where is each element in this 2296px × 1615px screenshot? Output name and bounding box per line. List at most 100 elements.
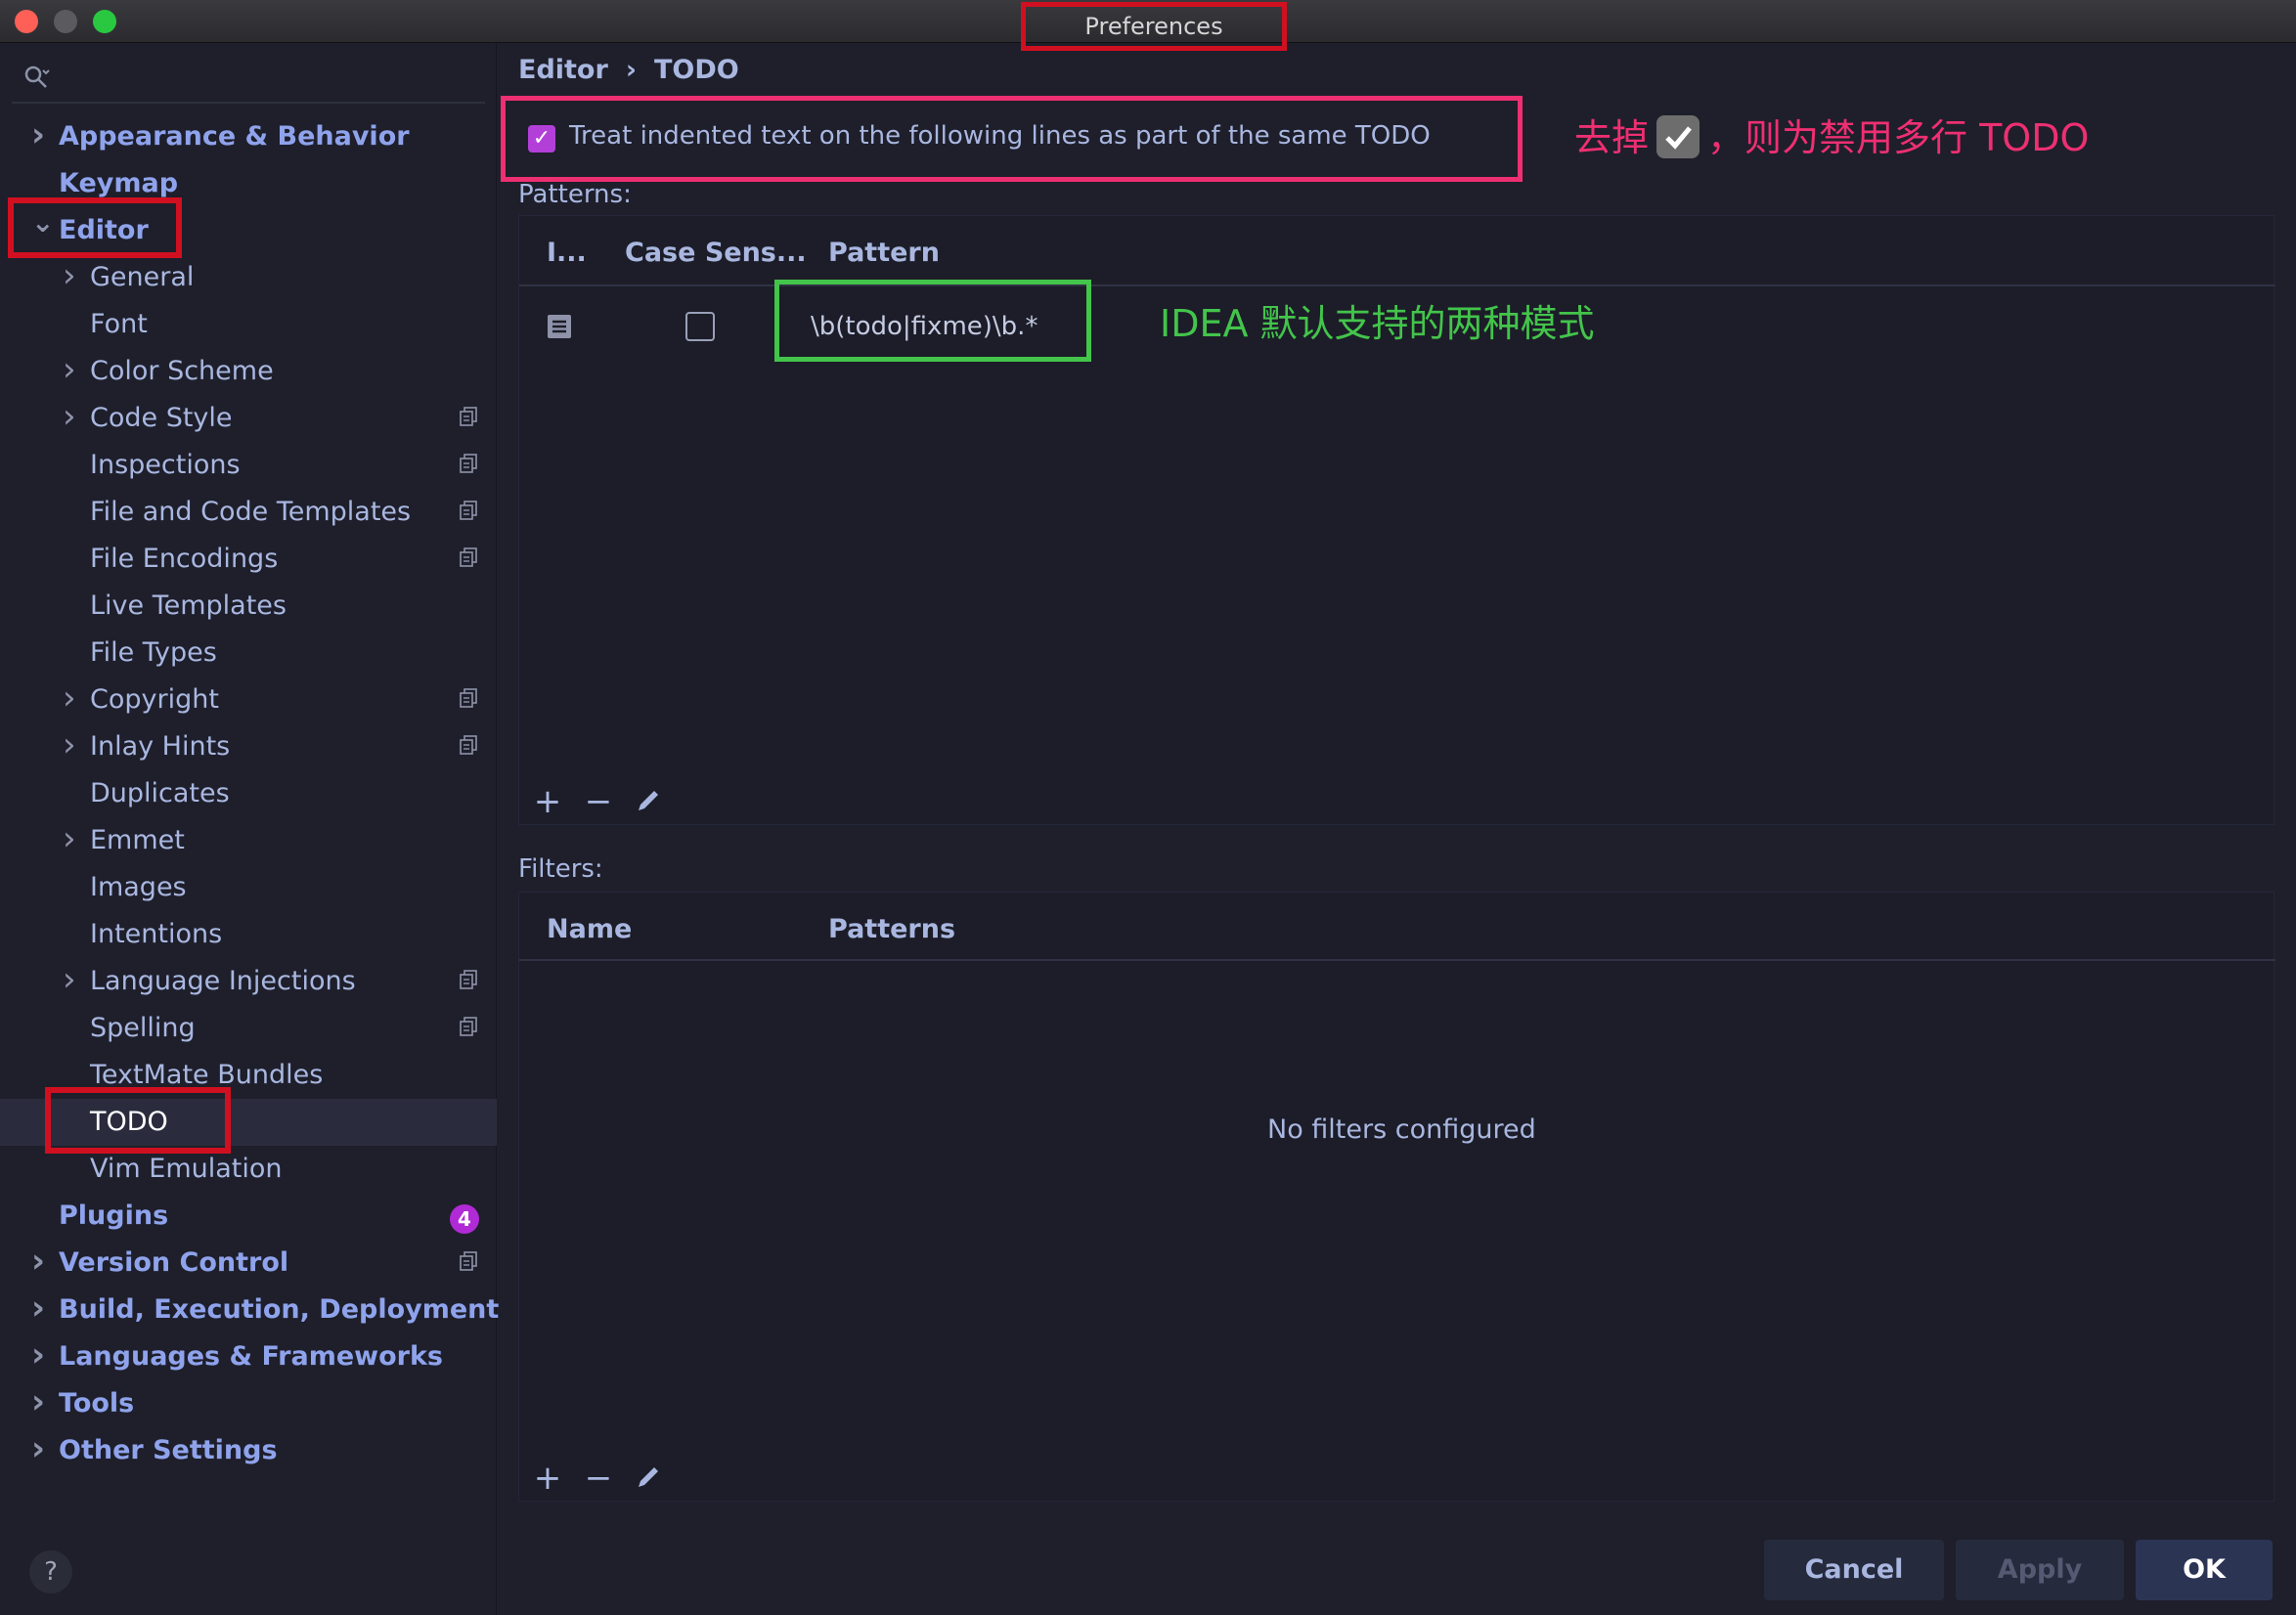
chevron-right-icon[interactable]: › [31, 1425, 51, 1472]
sidebar-item-label: Version Control [59, 1247, 289, 1278]
search-divider [12, 102, 485, 104]
sidebar-item-languages-frameworks[interactable]: › Languages & Frameworks [0, 1333, 497, 1380]
sidebar-item-label: File Encodings [90, 544, 279, 574]
close-window-button[interactable] [15, 10, 38, 33]
todo-highlight-box [45, 1087, 231, 1154]
annotation-text-after: ，则为禁用多行 TODO [1707, 116, 2090, 159]
ok-button[interactable]: OK [2136, 1540, 2273, 1600]
column-header-case-sensitive[interactable]: Case Sens... [625, 238, 807, 268]
sidebar-item-label: Spelling [90, 1013, 196, 1043]
chevron-right-icon[interactable]: › [31, 1331, 51, 1378]
chevron-right-icon[interactable]: › [63, 346, 82, 393]
editor-highlight-box [8, 197, 182, 258]
sidebar-item-build-execution-deployment[interactable]: › Build, Execution, Deployment [0, 1285, 499, 1333]
disable-multiline-annotation: 去掉 ，则为禁用多行 TODO [1574, 108, 2089, 162]
apply-button[interactable]: Apply [1956, 1540, 2124, 1600]
chevron-right-icon[interactable]: › [63, 815, 82, 862]
sidebar-item-label: Inspections [90, 450, 241, 480]
sidebar-item-label: General [90, 262, 195, 292]
sidebar-item-file-types[interactable]: File Types [0, 630, 497, 677]
multiline-checkbox[interactable]: ✓ [528, 125, 555, 153]
sidebar-item-duplicates[interactable]: Duplicates [0, 770, 497, 817]
sidebar-item-language-injections[interactable]: › Language Injections [0, 958, 497, 1005]
breadcrumb: Editor › TODO [518, 55, 739, 85]
project-scope-icon [460, 547, 477, 567]
sidebar-item-label: Other Settings [59, 1435, 278, 1465]
settings-sidebar: › Appearance & Behavior Keymap ⌄ Editor › Gene… [0, 43, 499, 1615]
chevron-right-icon[interactable]: › [63, 252, 82, 299]
chevron-right-icon[interactable]: › [31, 1378, 51, 1425]
sidebar-item-inlay-hints[interactable]: › Inlay Hints [0, 723, 497, 770]
project-scope-icon [460, 1251, 477, 1271]
default-patterns-annotation: IDEA 默认支持的两种模式 [1160, 302, 1595, 345]
sidebar-item-tools[interactable]: › Tools [0, 1380, 497, 1427]
sidebar-item-label: Intentions [90, 919, 223, 949]
sidebar-item-label: File Types [90, 637, 217, 668]
multiline-label[interactable]: Treat indented text on the following lin… [569, 121, 1431, 151]
edit-filter-icon[interactable] [631, 1462, 664, 1495]
edit-pattern-icon[interactable] [631, 785, 664, 818]
project-scope-icon [460, 407, 477, 426]
sidebar-item-file-encodings[interactable]: File Encodings [0, 536, 497, 583]
search-icon[interactable] [22, 63, 51, 92]
chevron-right-icon[interactable]: › [63, 721, 82, 768]
sidebar-item-general[interactable]: › General [0, 254, 497, 301]
maximize-window-button[interactable] [93, 10, 116, 33]
sidebar-item-code-style[interactable]: › Code Style [0, 395, 497, 442]
filters-header-divider [519, 959, 2275, 961]
chevron-right-icon[interactable]: › [63, 393, 82, 440]
window-title: Preferences [1021, 2, 1287, 51]
sidebar-item-font[interactable]: Font [0, 301, 497, 348]
sidebar-item-intentions[interactable]: Intentions [0, 911, 497, 958]
sidebar-item-appearance-behavior[interactable]: › Appearance & Behavior [0, 113, 497, 160]
sidebar-item-version-control[interactable]: › Version Control [0, 1240, 497, 1287]
check-icon [1656, 114, 1700, 158]
sidebar-item-color-scheme[interactable]: › Color Scheme [0, 348, 497, 395]
cancel-button[interactable]: Cancel [1764, 1540, 1944, 1600]
breadcrumb-parent[interactable]: Editor [518, 55, 608, 85]
sidebar-item-label: Font [90, 309, 148, 339]
sidebar-item-label: Plugins [59, 1200, 169, 1231]
sidebar-item-label: Live Templates [90, 590, 287, 621]
patterns-label: Patterns: [518, 180, 632, 209]
sidebar-item-label: Tools [59, 1388, 135, 1419]
project-scope-icon [460, 688, 477, 708]
chevron-right-icon[interactable]: › [31, 111, 51, 158]
breadcrumb-current: TODO [653, 55, 739, 85]
sidebar-item-live-templates[interactable]: Live Templates [0, 583, 497, 630]
filters-empty-text: No filters configured [1267, 1114, 1536, 1145]
sidebar-item-inspections[interactable]: Inspections [0, 442, 497, 489]
add-pattern-button[interactable]: + [531, 785, 564, 818]
chevron-right-icon[interactable]: › [31, 1285, 51, 1331]
sidebar-item-label: File and Code Templates [90, 497, 412, 527]
sidebar-item-label: Duplicates [90, 778, 230, 808]
column-header-pattern[interactable]: Pattern [828, 238, 940, 268]
column-header-name[interactable]: Name [547, 914, 632, 944]
sidebar-item-images[interactable]: Images [0, 864, 497, 911]
sidebar-item-emmet[interactable]: › Emmet [0, 817, 497, 864]
case-sensitive-checkbox[interactable] [685, 312, 715, 341]
sidebar-item-spelling[interactable]: Spelling [0, 1005, 497, 1052]
chevron-right-icon[interactable]: › [63, 956, 82, 1003]
sidebar-item-label: Appearance & Behavior [59, 121, 410, 152]
remove-filter-button[interactable]: − [582, 1462, 615, 1495]
sidebar-item-label: Emmet [90, 825, 185, 855]
chevron-right-icon[interactable]: › [31, 1238, 51, 1285]
add-filter-button[interactable]: + [531, 1462, 564, 1495]
column-header-icon[interactable]: I... [547, 238, 587, 268]
sidebar-item-copyright[interactable]: › Copyright [0, 677, 497, 723]
sidebar-item-file-and-code-templates[interactable]: File and Code Templates [0, 489, 497, 536]
filters-label: Filters: [518, 854, 603, 884]
minimize-window-button[interactable] [54, 10, 77, 33]
sidebar-item-other-settings[interactable]: › Other Settings [0, 1427, 497, 1474]
remove-pattern-button[interactable]: − [582, 785, 615, 818]
breadcrumb-separator: › [625, 55, 637, 85]
project-scope-icon [460, 970, 477, 989]
help-button[interactable]: ? [29, 1550, 72, 1593]
sidebar-item-label: Copyright [90, 684, 219, 715]
filters-table: Name Patterns + − [518, 892, 2275, 1502]
annotation-text-before: 去掉 [1574, 116, 1650, 159]
column-header-patterns[interactable]: Patterns [828, 914, 955, 944]
chevron-right-icon[interactable]: › [63, 675, 82, 721]
sidebar-item-plugins[interactable]: Plugins 4 [0, 1193, 497, 1240]
